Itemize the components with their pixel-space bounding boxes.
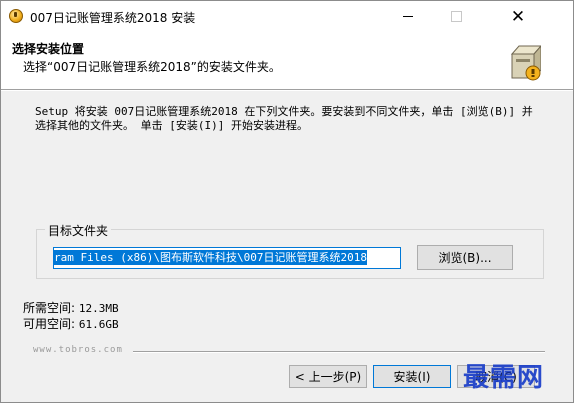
page-title: 选择安装位置 — [12, 42, 85, 56]
page-subtitle: 选择“007日记账管理系统2018”的安装文件夹。 — [23, 60, 281, 74]
minimize-button[interactable] — [385, 1, 431, 32]
branding-text: www.tobros.com — [33, 345, 123, 355]
maximize-icon — [450, 11, 462, 22]
branding-divider — [133, 351, 545, 353]
space-available-label: 可用空间: — [23, 317, 76, 331]
title-bar[interactable]: 007日记账管理系统2018 安装 ✕ — [1, 1, 573, 32]
destination-group-label: 目标文件夹 — [45, 222, 112, 239]
maximize-button — [433, 1, 479, 32]
minimize-icon — [403, 16, 413, 17]
install-button[interactable]: 安装(I) — [373, 365, 451, 388]
destination-path-input[interactable]: ram Files (x86)\图布斯软件科技\007日记账管理系统2018 — [53, 247, 401, 269]
installer-window: 007日记账管理系统2018 安装 ✕ 选择安装位置 选择“007日记账管理系统… — [0, 0, 574, 403]
close-button[interactable]: ✕ — [495, 1, 541, 32]
space-available-value: 61.6GB — [78, 318, 119, 331]
space-available: 可用空间: 61.6GB — [23, 315, 119, 332]
page-header: 选择安装位置 选择“007日记账管理系统2018”的安装文件夹。 — [1, 32, 573, 90]
close-icon: ✕ — [510, 6, 526, 27]
space-required-value: 12.3MB — [78, 302, 119, 315]
destination-path-value: ram Files (x86)\图布斯软件科技\007日记账管理系统2018 — [54, 250, 367, 265]
space-required-label: 所需空间: — [23, 301, 76, 315]
window-title: 007日记账管理系统2018 安装 — [30, 11, 196, 25]
back-button[interactable]: < 上一步(P) — [289, 365, 367, 388]
browse-button[interactable]: 浏览(B)... — [417, 245, 513, 270]
install-button-label: 安装(I) — [393, 370, 431, 384]
app-icon — [9, 9, 23, 23]
header-divider — [1, 89, 573, 91]
installer-box-icon — [510, 45, 541, 81]
space-required: 所需空间: 12.3MB — [23, 299, 119, 316]
watermark-logo: 最需网 — [463, 363, 545, 393]
instructions-text: Setup 将安装 007日记账管理系统2018 在下列文件夹。要安装到不同文件… — [35, 105, 533, 132]
